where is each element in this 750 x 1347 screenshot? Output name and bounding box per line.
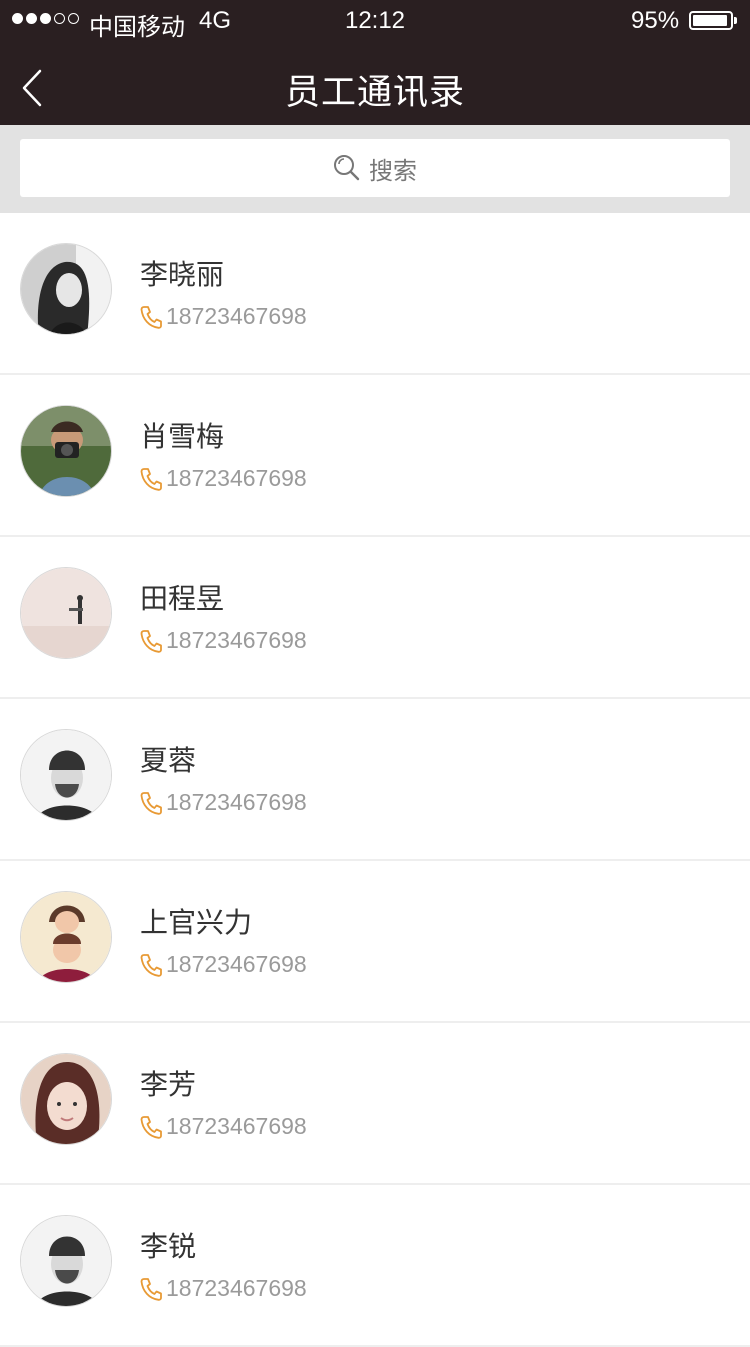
contact-name: 肖雪梅 (140, 420, 225, 453)
phone-number: 18723467698 (166, 465, 307, 491)
avatar (20, 891, 112, 983)
contact-name: 李晓丽 (140, 258, 225, 291)
contact-name: 夏蓉 (140, 744, 197, 777)
contact-phone[interactable]: 18723467698 (140, 1113, 307, 1140)
contact-name: 李锐 (140, 1230, 197, 1263)
avatar (20, 1215, 112, 1307)
contact-row[interactable]: 李晓丽 18723467698 (0, 213, 750, 375)
avatar (20, 405, 112, 497)
page-title: 员工通讯录 (284, 73, 465, 113)
phone-icon (140, 791, 162, 815)
phone-number: 18723467698 (166, 627, 307, 653)
contact-phone[interactable]: 18723467698 (140, 303, 307, 330)
phone-icon (140, 953, 162, 977)
contact-list: 李晓丽 18723467698 肖雪梅 18723467698 田程昱 187234676… (0, 213, 750, 1347)
status-bar: 中国移动 4G 12:12 95% (0, 0, 750, 41)
phone-icon (140, 629, 162, 653)
avatar (20, 243, 112, 335)
phone-number: 18723467698 (166, 1275, 307, 1301)
avatar (20, 1053, 112, 1145)
phone-number: 18723467698 (166, 789, 307, 815)
contact-phone[interactable]: 18723467698 (140, 789, 307, 816)
search-placeholder: 搜索 (369, 156, 417, 185)
contact-row[interactable]: 肖雪梅 18723467698 (0, 375, 750, 537)
avatar (20, 567, 112, 659)
search-icon (334, 155, 360, 181)
search-input[interactable]: 搜索 (20, 139, 730, 197)
search-bar: 搜索 (0, 125, 750, 213)
contact-name: 田程昱 (140, 582, 225, 615)
phone-icon (140, 1115, 162, 1139)
contact-phone[interactable]: 18723467698 (140, 465, 307, 492)
battery-icon (689, 11, 737, 30)
phone-number: 18723467698 (166, 951, 307, 977)
contact-name: 上官兴力 (140, 906, 253, 939)
phone-number: 18723467698 (166, 1113, 307, 1139)
phone-icon (140, 1277, 162, 1301)
battery-percent: 95% (631, 7, 680, 34)
contact-row[interactable]: 李锐 18723467698 (0, 1185, 750, 1347)
contact-name: 李芳 (140, 1068, 197, 1101)
contact-phone[interactable]: 18723467698 (140, 951, 307, 978)
contact-row[interactable]: 李芳 18723467698 (0, 1023, 750, 1185)
contact-phone[interactable]: 18723467698 (140, 627, 307, 654)
contact-row[interactable]: 田程昱 18723467698 (0, 537, 750, 699)
phone-icon (140, 305, 162, 329)
avatar (20, 729, 112, 821)
contact-row[interactable]: 夏蓉 18723467698 (0, 699, 750, 861)
phone-number: 18723467698 (166, 303, 307, 329)
phone-icon (140, 467, 162, 491)
nav-bar: 中国移动 4G 12:12 95% 员工通讯录 (0, 0, 750, 125)
contact-phone[interactable]: 18723467698 (140, 1275, 307, 1302)
contact-row[interactable]: 上官兴力 18723467698 (0, 861, 750, 1023)
